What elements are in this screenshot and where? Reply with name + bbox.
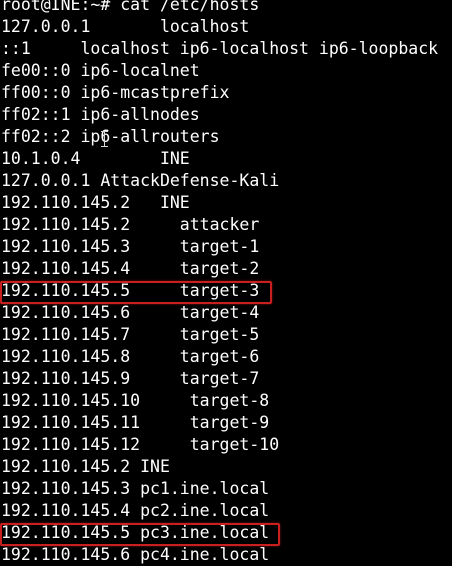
hosts-line: 192.110.145.2 attacker: [1, 215, 260, 234]
hosts-line: 192.110.145.6 pc4.ine.local: [1, 545, 270, 564]
hosts-line: 192.110.145.12 target-10: [1, 435, 280, 454]
hosts-line: 192.110.145.9 target-7: [1, 369, 260, 388]
hosts-line: 192.110.145.10 target-8: [1, 391, 270, 410]
hosts-line: ff00::0 ip6-mcastprefix: [1, 83, 230, 102]
hosts-line: ff02::2 ip6-allrouters: [1, 127, 220, 146]
terminal-window[interactable]: root@INE:~# cat /etc/hosts 127.0.0.1 loc…: [0, 0, 452, 566]
hosts-line: 192.110.145.3 pc1.ine.local: [1, 479, 270, 498]
hosts-line: fe00::0 ip6-localnet: [1, 61, 200, 80]
text-cursor-icon: [101, 131, 108, 147]
hosts-line: 192.110.145.8 target-6: [1, 347, 260, 366]
hosts-line: 127.0.0.1 localhost: [1, 17, 250, 36]
command-prompt-line: root@INE:~# cat /etc/hosts: [1, 0, 260, 14]
hosts-line-target-3: 192.110.145.5 target-3: [1, 281, 260, 300]
hosts-line-pc3: 192.110.145.5 pc3.ine.local: [1, 523, 270, 542]
hosts-line: 192.110.145.2 INE: [1, 457, 170, 476]
hosts-line: 192.110.145.2 INE: [1, 193, 190, 212]
hosts-line: 192.110.145.4 pc2.ine.local: [1, 501, 270, 520]
hosts-line: 192.110.145.3 target-1: [1, 237, 260, 256]
hosts-line: 192.110.145.6 target-4: [1, 303, 260, 322]
hosts-line: 127.0.0.1 AttackDefense-Kali: [1, 171, 280, 190]
hosts-line: ::1 localhost ip6-localhost ip6-loopback: [1, 39, 439, 58]
hosts-line: 192.110.145.7 target-5: [1, 325, 260, 344]
hosts-line: 10.1.0.4 INE: [1, 149, 190, 168]
hosts-line: 192.110.145.4 target-2: [1, 259, 260, 278]
hosts-line: ff02::1 ip6-allnodes: [1, 105, 200, 124]
hosts-line: 192.110.145.11 target-9: [1, 413, 270, 432]
